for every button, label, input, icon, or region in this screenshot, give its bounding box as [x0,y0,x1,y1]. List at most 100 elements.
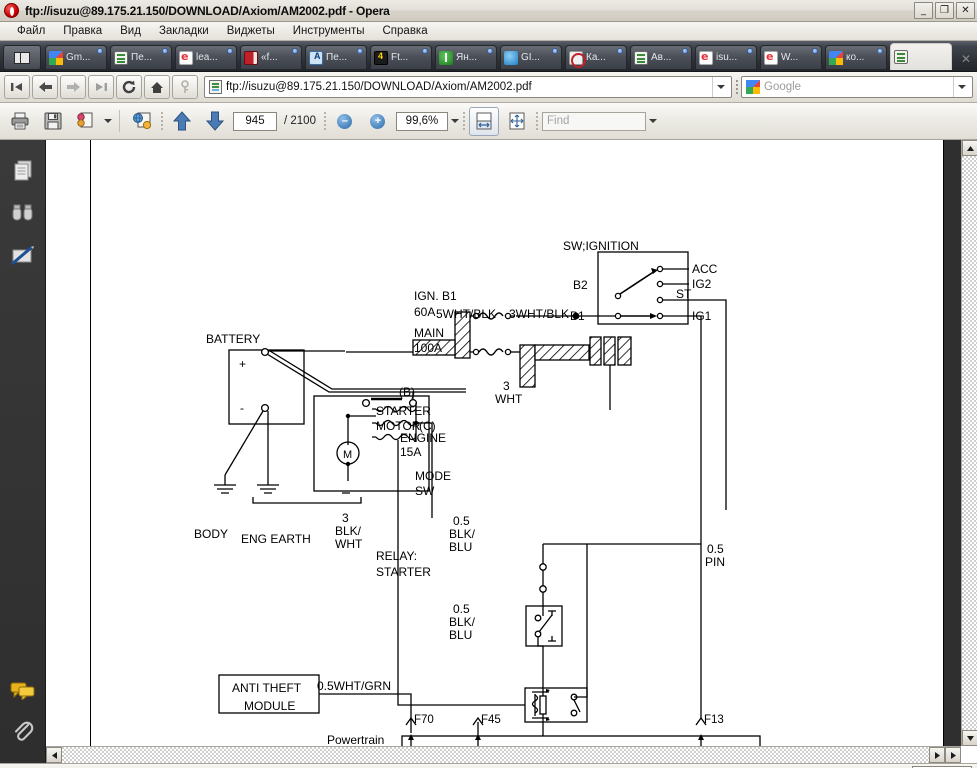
zoom-out-button[interactable]: – [330,107,360,136]
tab-8[interactable]: Ка... [565,45,627,70]
menu-item-edit[interactable]: Правка [54,24,111,38]
book-favicon [244,50,258,65]
tab-6[interactable]: Ян... [435,45,497,70]
title-bar: ftp://isuzu@89.175.21.150/DOWNLOAD/Axiom… [0,0,977,22]
panels-toggle-button[interactable] [3,45,41,70]
previous-page-button[interactable] [167,107,197,136]
search-bar[interactable]: Google [741,76,973,98]
security-key-icon[interactable] [172,75,198,99]
print-button[interactable] [5,107,35,136]
minimize-button[interactable]: _ [914,2,933,19]
zoom-in-button[interactable]: + [363,107,393,136]
document-favicon [894,50,908,64]
menu-item-bookmarks[interactable]: Закладки [150,24,218,38]
sidebar-item-comments[interactable] [6,673,40,707]
fit-width-button[interactable] [468,106,499,136]
tab-label: «f... [261,52,278,63]
label-anti-theft-l1: ANTI THEFT [232,681,302,695]
tab-9[interactable]: Ав... [630,45,692,70]
url-dropdown-icon[interactable] [712,77,729,97]
address-bar: ftp://isuzu@89.175.21.150/DOWNLOAD/Axiom… [0,72,977,103]
save-button[interactable] [38,107,68,136]
menu-item-tools[interactable]: Инструменты [284,24,374,38]
page-gutter [944,140,961,746]
scroll-up-button[interactable] [962,140,977,156]
find-input[interactable]: Find [541,111,646,131]
label-mode-sw-l2: SW [415,484,435,498]
tab-4[interactable]: Пе... [305,45,367,70]
pdf-page-canvas[interactable]: SW;IGNITION B2 B1 ACC IG2 ST IG1 IGN. B1… [46,140,977,763]
tab-12[interactable]: ко... [825,45,887,70]
label-relay-l2: STARTER [376,565,431,579]
tab-10[interactable]: isu... [695,45,757,70]
scroll-left-button[interactable] [46,747,62,763]
menu-item-file[interactable]: Файл [8,24,54,38]
label-wire-05whtgrn: 0.5WHT/GRN [317,679,391,693]
menu-item-help[interactable]: Справка [374,24,437,38]
url-bar[interactable]: ftp://isuzu@89.175.21.150/DOWNLOAD/Axiom… [204,76,732,98]
tab-2[interactable]: lea... [175,45,237,70]
label-wire-3blkwht-1: 3 [342,511,349,525]
sidebar-item-search[interactable] [6,196,40,230]
search-input[interactable]: Google [764,81,953,93]
tab-label: W... [781,52,799,63]
maximize-button[interactable]: ❐ [935,2,954,19]
page-number-input[interactable]: 945 [233,111,277,131]
next-page-button[interactable] [200,107,230,136]
scroll-right-button[interactable] [929,747,945,763]
label-wire-05pin-2: PIN [705,555,725,569]
zoom-in-icon: + [370,113,386,129]
home-button[interactable] [144,75,170,99]
wiring-diagram: SW;IGNITION B2 B1 ACC IG2 ST IG1 IGN. B1… [194,239,761,746]
sidebar-item-attachments[interactable] [6,715,40,749]
open-in-browser-button[interactable] [127,107,157,136]
zoom-level-input[interactable]: 99,6% [395,111,448,131]
scroll-right-button-2[interactable] [945,747,961,763]
search-engine-dropdown-icon[interactable] [953,77,970,97]
vertical-scrollbar[interactable] [961,140,977,746]
tab-1[interactable]: Пе... [110,45,172,70]
zoom-dropdown-icon[interactable] [450,119,459,123]
label-wire-05blkblu-b3: BLU [449,628,472,642]
toolbar-grip[interactable] [734,78,739,96]
label-term-st: ST [676,287,692,301]
tab-0[interactable]: Gm... [45,45,107,70]
label-ground-eng-earth: ENG EARTH [241,532,311,546]
label-term-ig1: IG1 [692,309,712,323]
label-term-b2: B2 [573,278,588,292]
scroll-down-button[interactable] [962,730,977,746]
tab-active-pdf[interactable] [890,43,952,70]
menu-item-view[interactable]: Вид [111,24,150,38]
back-button[interactable] [32,75,58,99]
share-page-button[interactable] [71,107,101,136]
tab-3[interactable]: «f... [240,45,302,70]
tab-label: isu... [716,52,738,63]
google-icon [746,80,760,94]
close-button[interactable]: ✕ [956,2,975,19]
menu-item-widgets[interactable]: Виджеты [218,24,284,38]
tab-loading-indicator [162,48,168,54]
pdf-viewer-area: SW;IGNITION B2 B1 ACC IG2 ST IG1 IGN. B1… [0,140,977,763]
tab-close-icon[interactable]: ✕ [955,46,977,71]
first-page-button[interactable] [4,75,30,99]
ebay-favicon [764,50,778,65]
tab-loading-indicator [812,48,818,54]
translate-favicon [309,50,323,65]
pdf-sidebar [0,140,46,763]
label-conn-f45: F45 [481,714,501,726]
toolbar-dot-separator-3 [462,110,466,132]
tab-label: Gm... [66,52,91,63]
reload-button[interactable] [116,75,142,99]
tab-loading-indicator [97,48,103,54]
last-page-button[interactable] [88,75,114,99]
tab-5[interactable]: Ft... [370,45,432,70]
sidebar-item-annotations[interactable] [6,238,40,272]
fit-page-button[interactable] [502,107,532,136]
tab-11[interactable]: W... [760,45,822,70]
share-dropdown-icon[interactable] [104,119,112,123]
sidebar-item-pages[interactable] [6,154,40,188]
find-dropdown-icon[interactable] [648,119,657,123]
horizontal-scrollbar[interactable] [46,746,961,763]
forward-button[interactable] [60,75,86,99]
tab-7[interactable]: GI... [500,45,562,70]
